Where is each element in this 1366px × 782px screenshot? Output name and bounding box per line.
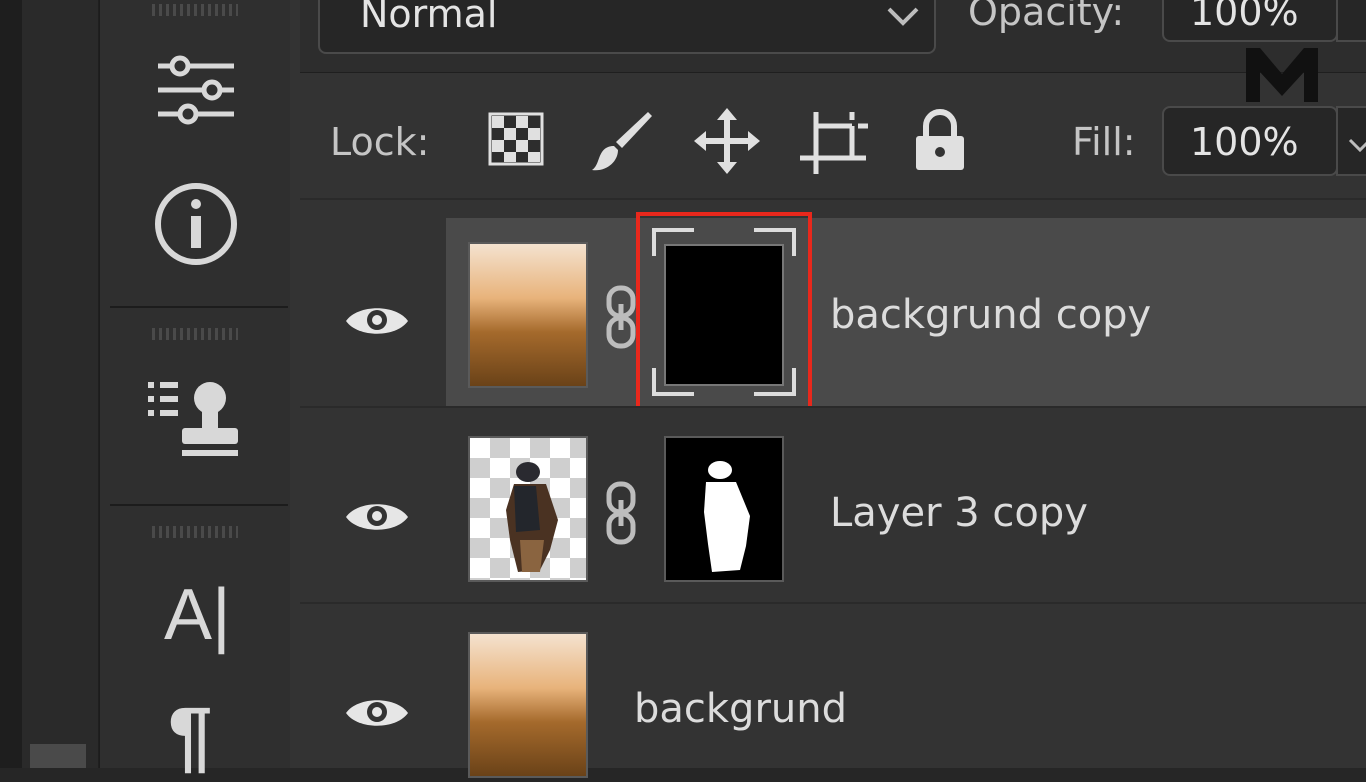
dock-separator: [110, 306, 288, 308]
mask-silhouette: [704, 461, 750, 572]
blend-mode-value: Normal: [360, 0, 498, 36]
eye-icon[interactable]: [344, 496, 410, 538]
left-edge: [0, 0, 22, 768]
dock-grip[interactable]: [152, 4, 238, 16]
character-icon[interactable]: A|: [164, 574, 231, 656]
adjustments-icon[interactable]: [150, 48, 242, 132]
layer-name[interactable]: Layer 3 copy: [830, 490, 1088, 536]
link-icon[interactable]: [604, 480, 638, 546]
layer-thumbnail[interactable]: [468, 632, 588, 778]
fill-field[interactable]: 100%: [1162, 106, 1338, 176]
layer-thumbnail[interactable]: [468, 436, 588, 582]
person-figure: [506, 462, 558, 572]
clone-source-icon[interactable]: [144, 376, 244, 464]
info-icon[interactable]: [152, 180, 240, 268]
layer-name[interactable]: backgrund: [634, 686, 847, 732]
brand-logo-icon: [1246, 48, 1318, 102]
fill-label: Fill:: [1072, 120, 1136, 164]
lock-image-pixels-icon[interactable]: [588, 108, 654, 174]
lock-label: Lock:: [330, 120, 430, 164]
lock-transparent-pixels-icon[interactable]: [488, 112, 544, 166]
blend-mode-dropdown[interactable]: Normal: [318, 0, 936, 54]
fill-value: 100%: [1190, 120, 1299, 164]
opacity-dropdown-arrow[interactable]: [1336, 0, 1366, 42]
fill-dropdown-arrow[interactable]: [1336, 106, 1366, 176]
opacity-field[interactable]: 100%: [1162, 0, 1338, 42]
dock-separator: [110, 504, 288, 506]
opacity-value: 100%: [1190, 0, 1299, 34]
eye-icon[interactable]: [344, 692, 410, 734]
dock-grip[interactable]: [152, 526, 238, 538]
dock-grip[interactable]: [152, 328, 238, 340]
layer-mask-thumbnail[interactable]: [664, 436, 784, 582]
lock-artboard-icon[interactable]: [798, 110, 870, 176]
opacity-label: Opacity:: [968, 0, 1125, 34]
left-panel-strip: [22, 0, 99, 768]
mask-highlight-box: [636, 212, 812, 414]
link-icon[interactable]: [604, 284, 638, 350]
lock-position-icon[interactable]: [694, 108, 760, 174]
options-divider: [300, 198, 1366, 200]
left-strip-scroll-handle[interactable]: [30, 744, 86, 768]
layer-thumbnail[interactable]: [468, 242, 588, 388]
chevron-down-icon: [1348, 138, 1366, 152]
eye-icon[interactable]: [344, 300, 410, 342]
lock-all-icon[interactable]: [912, 108, 968, 172]
chevron-down-icon: [887, 7, 919, 26]
layer-name[interactable]: backgrund copy: [830, 292, 1151, 338]
paragraph-icon[interactable]: ¶: [168, 690, 213, 782]
